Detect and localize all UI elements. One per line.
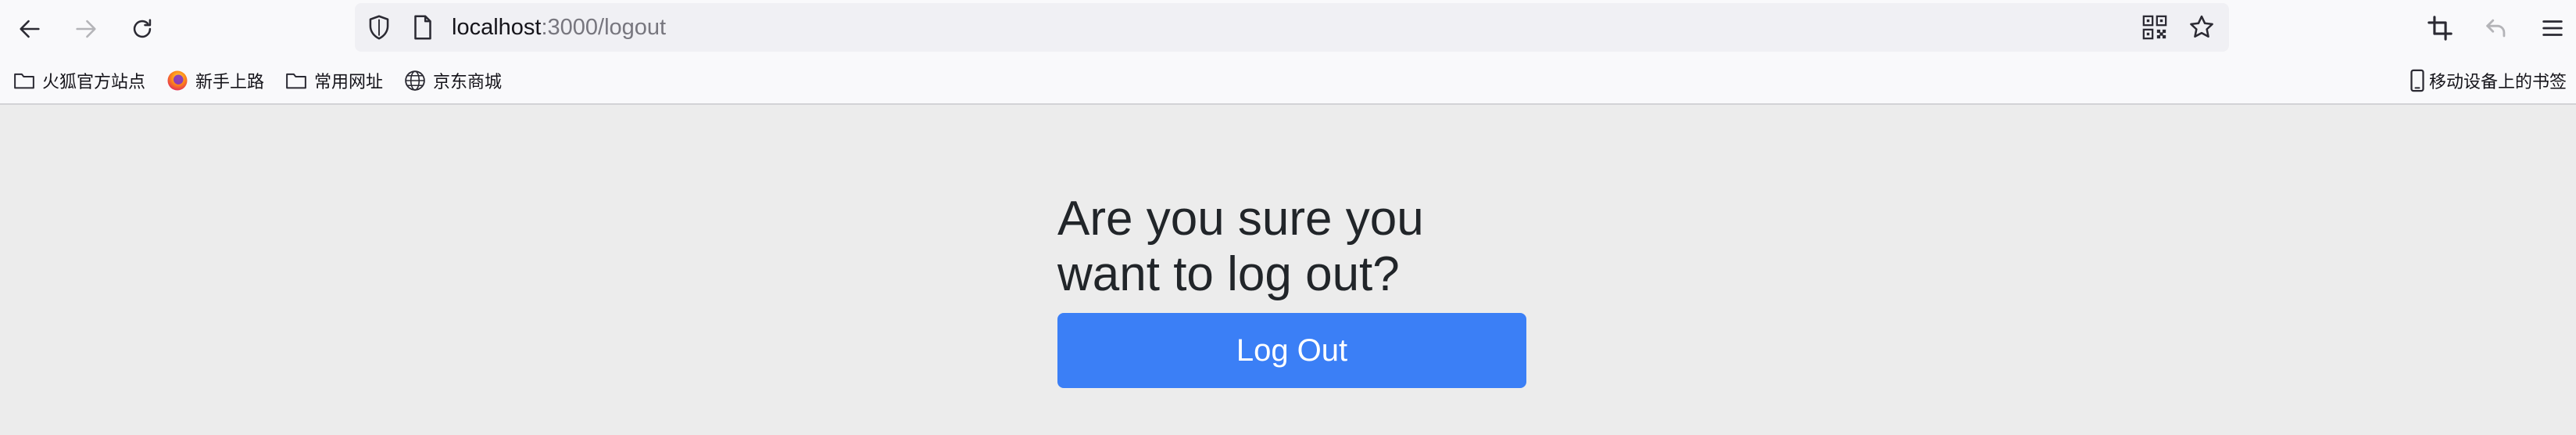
firefox-icon [166, 69, 189, 92]
url-bar[interactable]: localhost:3000/logout [355, 3, 2229, 52]
bookmark-item[interactable]: 新手上路 [166, 58, 264, 103]
bookmark-label: 京东商城 [433, 73, 503, 92]
bookmark-label: 火狐官方站点 [42, 73, 146, 92]
folder-icon [284, 69, 308, 92]
shield-icon[interactable] [364, 13, 394, 42]
logout-card: Are you sure you want to log out? Log Ou… [1057, 191, 1526, 388]
browser-toolbar: localhost:3000/logout [0, 0, 2576, 58]
folder-icon [13, 69, 36, 92]
qr-code-icon[interactable] [2141, 14, 2168, 41]
undo-arrow-icon [2486, 19, 2506, 38]
menu-button[interactable] [2535, 11, 2570, 45]
page-content: Are you sure you want to log out? Log Ou… [0, 105, 2576, 435]
arrow-left-icon [20, 20, 40, 38]
url-host: localhost [452, 15, 542, 40]
reload-button[interactable] [119, 5, 166, 52]
bookmark-item[interactable]: 常用网址 [284, 58, 383, 103]
bookmark-label: 新手上路 [195, 73, 265, 92]
screenshot-button[interactable] [2423, 11, 2457, 45]
arrow-right-icon [76, 20, 96, 38]
mobile-bookmarks-folder[interactable]: 移动设备上的书签 [2409, 58, 2567, 103]
hamburger-menu-icon [2542, 20, 2563, 36]
reload-icon [133, 19, 152, 38]
mobile-icon [2409, 69, 2426, 92]
log-out-button[interactable]: Log Out [1057, 313, 1526, 388]
url-text[interactable]: localhost:3000/logout [452, 3, 666, 52]
crop-icon [2428, 16, 2453, 41]
bookmark-item[interactable]: 京东商城 [403, 58, 502, 103]
page-title: Are you sure you want to log out? [1057, 192, 1424, 301]
bookmark-label: 常用网址 [314, 73, 384, 92]
bookmark-item[interactable]: 火狐官方站点 [13, 58, 145, 103]
back-button[interactable] [6, 5, 53, 52]
star-icon[interactable] [2187, 13, 2216, 42]
undo-button[interactable] [2479, 11, 2513, 45]
forward-button[interactable] [63, 5, 109, 52]
bookmark-label: 移动设备上的书签 [2429, 73, 2567, 92]
page-icon[interactable] [408, 13, 438, 42]
bookmarks-bar: 火狐官方站点 新手上路 常用网址 京东商城 移动设备上的书签 [0, 58, 2576, 105]
url-path: :3000/logout [541, 15, 667, 40]
globe-icon [403, 69, 427, 92]
